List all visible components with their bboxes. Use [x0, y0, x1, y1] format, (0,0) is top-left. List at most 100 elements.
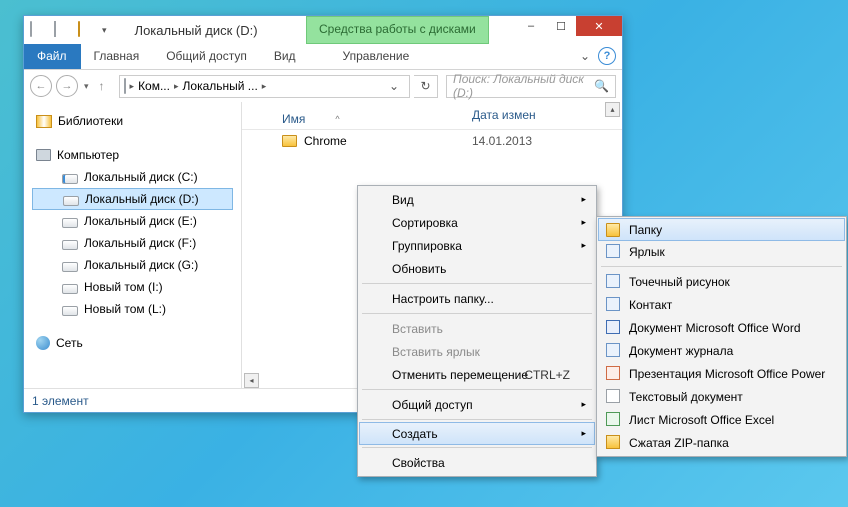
- chevron-right-icon[interactable]: ▸: [174, 81, 179, 92]
- menu-create[interactable]: Создать▸: [359, 422, 595, 445]
- scrollbar[interactable]: ▴: [605, 102, 620, 117]
- nav-vol-l[interactable]: Новый том (L:): [32, 298, 241, 320]
- crumb-computer[interactable]: Ком...: [138, 79, 170, 93]
- scroll-left-icon[interactable]: ◂: [244, 373, 259, 388]
- properties-icon[interactable]: [54, 22, 70, 38]
- tab-home[interactable]: Главная: [81, 44, 154, 69]
- col-date[interactable]: Дата измен: [472, 108, 572, 129]
- menu-label: Вид: [392, 193, 414, 207]
- submenu-zip[interactable]: Сжатая ZIP-папка: [599, 431, 844, 454]
- nav-libraries[interactable]: Библиотеки: [32, 110, 241, 132]
- menu-label: Настроить папку...: [392, 292, 494, 306]
- submenu-folder[interactable]: Папку: [598, 218, 845, 241]
- history-dropdown-icon[interactable]: ▾: [82, 81, 91, 92]
- disk-tools-tab[interactable]: Средства работы с дисками: [306, 16, 489, 44]
- new-folder-icon[interactable]: [78, 22, 94, 38]
- address-dropdown-icon[interactable]: ⌄: [383, 79, 405, 93]
- menu-label: Ярлык: [629, 245, 665, 259]
- submenu-txt[interactable]: Текстовый документ: [599, 385, 844, 408]
- menu-label: Отменить перемещение: [392, 368, 528, 382]
- shortcut-text: CTRL+Z: [524, 368, 570, 382]
- navigation-pane[interactable]: Библиотеки Компьютер Локальный диск (C:)…: [24, 102, 242, 388]
- forward-button[interactable]: →: [56, 75, 78, 97]
- up-button[interactable]: ↑: [95, 79, 109, 93]
- chevron-right-icon: ▸: [581, 399, 586, 410]
- menu-label: Документ журнала: [629, 344, 733, 358]
- bitmap-icon: [606, 274, 620, 288]
- menu-label: Лист Microsoft Office Excel: [629, 413, 774, 427]
- menu-undo-move[interactable]: Отменить перемещениеCTRL+Z: [360, 363, 594, 386]
- chevron-right-icon[interactable]: ▸: [262, 81, 267, 92]
- nav-label: Локальный диск (G:): [84, 258, 198, 272]
- excel-icon: [606, 412, 620, 426]
- menu-label: Сортировка: [392, 216, 458, 230]
- menu-share[interactable]: Общий доступ ▸: [360, 393, 594, 416]
- tab-file[interactable]: Файл: [24, 44, 81, 69]
- submenu-journal[interactable]: Документ журнала: [599, 339, 844, 362]
- nav-label: Локальный диск (F:): [84, 236, 196, 250]
- submenu-excel[interactable]: Лист Microsoft Office Excel: [599, 408, 844, 431]
- menu-view[interactable]: Вид▸: [360, 188, 594, 211]
- nav-computer[interactable]: Компьютер: [32, 144, 241, 166]
- minimize-button[interactable]: –: [516, 16, 546, 36]
- back-button[interactable]: ←: [30, 75, 52, 97]
- search-input[interactable]: Поиск: Локальный диск (D:) 🔍: [446, 75, 616, 98]
- menu-paste: Вставить: [360, 317, 594, 340]
- text-icon: [606, 389, 620, 403]
- ribbon-collapse-icon[interactable]: ⌄: [580, 49, 590, 63]
- menu-label: Обновить: [392, 262, 446, 276]
- close-button[interactable]: ✕: [576, 16, 622, 36]
- search-icon[interactable]: 🔍: [594, 79, 609, 93]
- menu-customize[interactable]: Настроить папку...: [360, 287, 594, 310]
- tab-view[interactable]: Вид: [261, 44, 310, 69]
- column-headers[interactable]: Имя ^ Дата измен: [242, 108, 622, 130]
- nav-vol-i[interactable]: Новый том (I:): [32, 276, 241, 298]
- col-name[interactable]: Имя ^: [282, 108, 472, 129]
- submenu-contact[interactable]: Контакт: [599, 293, 844, 316]
- menu-refresh[interactable]: Обновить: [360, 257, 594, 280]
- zip-icon: [606, 435, 620, 449]
- menu-label: Вставить: [392, 322, 443, 336]
- col-name-label: Имя: [282, 112, 305, 126]
- tab-share[interactable]: Общий доступ: [153, 44, 261, 69]
- libraries-icon: [36, 115, 52, 128]
- nav-drive-g[interactable]: Локальный диск (G:): [32, 254, 241, 276]
- nav-drive-d[interactable]: Локальный диск (D:): [32, 188, 233, 210]
- help-button[interactable]: ?: [598, 47, 616, 65]
- submenu-shortcut[interactable]: Ярлык: [599, 240, 844, 263]
- powerpoint-icon: [606, 366, 620, 380]
- crumb-drive-d[interactable]: Локальный ...: [183, 79, 258, 93]
- nav-drive-c[interactable]: Локальный диск (C:): [32, 166, 241, 188]
- scroll-up-icon[interactable]: ▴: [605, 102, 620, 117]
- menu-sort[interactable]: Сортировка▸: [360, 211, 594, 234]
- maximize-button[interactable]: ☐: [546, 16, 576, 36]
- separator: [362, 419, 592, 420]
- nav-network[interactable]: Сеть: [32, 332, 241, 354]
- list-item[interactable]: Chrome 14.01.2013: [242, 130, 622, 152]
- drive-icon: [62, 262, 78, 272]
- item-count: 1 элемент: [32, 394, 89, 408]
- context-submenu-create: Папку Ярлык Точечный рисунок Контакт Док…: [596, 216, 847, 457]
- menu-label: Общий доступ: [392, 398, 473, 412]
- menu-properties[interactable]: Свойства: [360, 451, 594, 474]
- chevron-right-icon[interactable]: ▸: [130, 81, 135, 92]
- tab-manage[interactable]: Управление: [330, 44, 424, 69]
- submenu-ppt[interactable]: Презентация Microsoft Office Power: [599, 362, 844, 385]
- menu-label: Текстовый документ: [629, 390, 743, 404]
- nav-label: Локальный диск (D:): [85, 192, 199, 206]
- menu-group[interactable]: Группировка▸: [360, 234, 594, 257]
- nav-drive-f[interactable]: Локальный диск (F:): [32, 232, 241, 254]
- submenu-bitmap[interactable]: Точечный рисунок: [599, 270, 844, 293]
- folder-icon: [282, 135, 297, 147]
- shortcut-icon: [606, 244, 620, 258]
- menu-label: Папку: [629, 223, 662, 237]
- title-bar[interactable]: ▾ Локальный диск (D:) Средства работы с …: [24, 16, 622, 44]
- breadcrumb[interactable]: ▸ Ком... ▸ Локальный ... ▸ ⌄: [119, 75, 410, 98]
- nav-label: Сеть: [56, 336, 83, 350]
- nav-drive-e[interactable]: Локальный диск (E:): [32, 210, 241, 232]
- qat-dropdown-icon[interactable]: ▾: [102, 25, 107, 36]
- nav-label: Локальный диск (E:): [84, 214, 197, 228]
- menu-label: Свойства: [392, 456, 445, 470]
- submenu-word[interactable]: Документ Microsoft Office Word: [599, 316, 844, 339]
- refresh-button[interactable]: ↻: [414, 75, 438, 98]
